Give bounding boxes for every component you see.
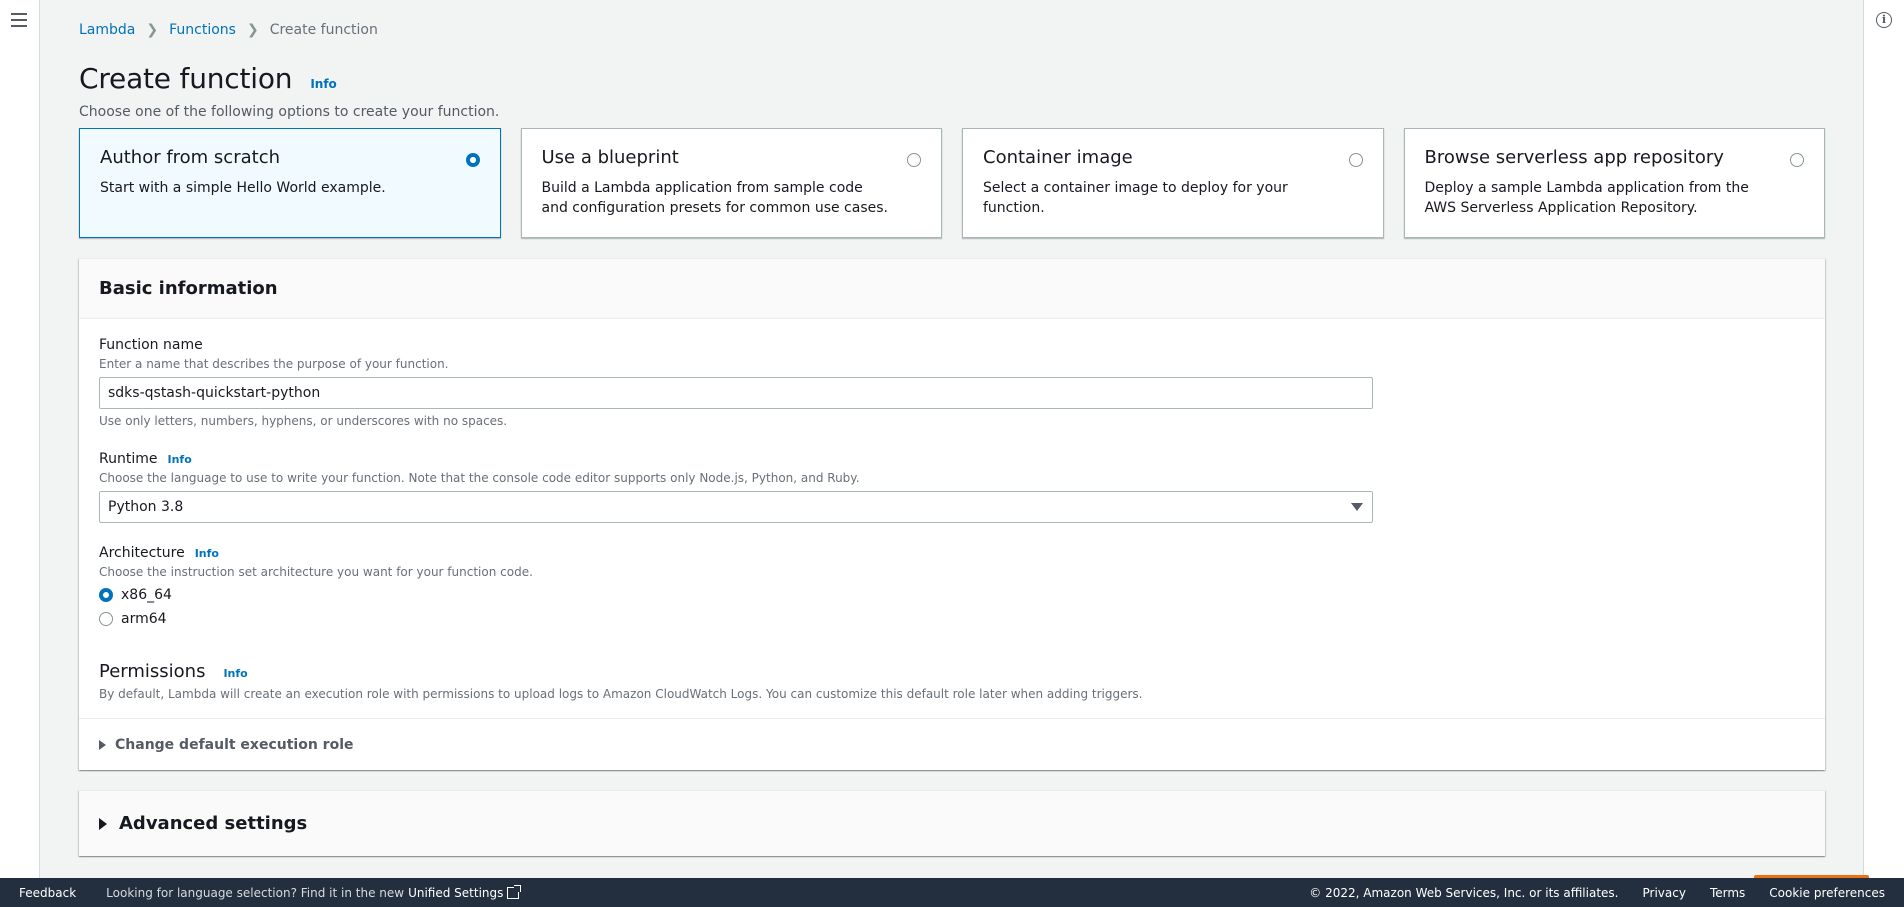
creation-option-tiles: Author from scratch Start with a simple …	[79, 128, 1825, 238]
breadcrumb-functions[interactable]: Functions	[169, 22, 236, 38]
runtime-field: Runtime Info Choose the language to use …	[99, 451, 1373, 523]
unified-settings-label: Unified Settings	[408, 885, 504, 900]
tile-radio[interactable]	[1348, 153, 1363, 167]
permissions-title-row: Permissions Info	[99, 661, 1142, 682]
basic-information-panel: Basic information Function name Enter a …	[79, 258, 1825, 770]
runtime-select[interactable]: Python 3.8	[99, 491, 1373, 523]
runtime-label: Runtime	[99, 451, 158, 467]
advanced-settings-label: Advanced settings	[119, 813, 308, 834]
tile-title: Browse serverless app repository	[1424, 147, 1724, 168]
hamburger-menu-icon[interactable]	[11, 13, 27, 27]
caret-right-icon	[99, 739, 106, 750]
breadcrumb-lambda[interactable]: Lambda	[79, 22, 135, 38]
unified-settings-link[interactable]: Unified Settings	[408, 884, 522, 900]
function-name-description: Enter a name that describes the purpose …	[99, 357, 449, 371]
page-header: Create function Info	[79, 62, 337, 95]
architecture-info-link[interactable]: Info	[195, 547, 219, 560]
architecture-option-x86[interactable]: x86_64	[99, 587, 533, 603]
caret-right-icon	[99, 817, 107, 830]
tile-radio[interactable]	[1790, 153, 1804, 167]
breadcrumb-current: Create function	[269, 22, 378, 38]
runtime-info-link[interactable]: Info	[167, 453, 191, 466]
feedback-link[interactable]: Feedback	[19, 886, 76, 900]
function-name-input[interactable]: sdks-qstash-quickstart-python	[99, 377, 1373, 409]
info-circle-icon[interactable]: i	[1876, 12, 1892, 28]
tile-container-image[interactable]: Container image Select a container image…	[962, 128, 1384, 238]
page-title: Create function	[79, 62, 293, 95]
tile-title: Author from scratch	[100, 147, 280, 168]
tile-radio-selected[interactable]	[465, 153, 480, 167]
tile-title: Container image	[983, 147, 1133, 168]
expander-label: Change default execution role	[115, 736, 354, 753]
terms-link[interactable]: Terms	[1710, 886, 1745, 900]
caret-down-icon	[1351, 503, 1363, 511]
runtime-description: Choose the language to use to write your…	[99, 471, 860, 485]
tile-description: Deploy a sample Lambda application from …	[1424, 180, 1749, 216]
radio-unselected[interactable]	[99, 612, 113, 626]
function-name-label: Function name	[99, 337, 203, 353]
breadcrumb: Lambda ❯ Functions ❯ Create function	[79, 22, 378, 38]
chevron-right-icon: ❯	[146, 22, 159, 38]
tile-radio[interactable]	[907, 153, 921, 167]
panel-header: Basic information	[79, 259, 1825, 319]
tile-author-from-scratch[interactable]: Author from scratch Start with a simple …	[79, 128, 501, 238]
right-tools-rail: i	[1863, 0, 1904, 878]
console-footer: Feedback Looking for language selection?…	[0, 878, 1904, 907]
language-notice: Looking for language selection? Find it …	[106, 885, 405, 900]
architecture-label: Architecture	[99, 545, 185, 561]
advanced-settings-panel[interactable]: Advanced settings	[79, 790, 1825, 856]
architecture-option-arm64[interactable]: arm64	[99, 611, 533, 627]
function-name-constraint: Use only letters, numbers, hyphens, or u…	[99, 414, 508, 428]
architecture-option-label: x86_64	[121, 587, 172, 603]
external-link-icon	[507, 884, 522, 899]
copyright: © 2022, Amazon Web Services, Inc. or its…	[1309, 885, 1619, 900]
permissions-section: Permissions Info By default, Lambda will…	[99, 661, 1142, 701]
runtime-selected-value: Python 3.8	[108, 499, 184, 515]
radio-selected[interactable]	[99, 588, 113, 602]
permissions-info-link[interactable]: Info	[223, 667, 247, 680]
tile-description: Select a container image to deploy for y…	[983, 180, 1288, 216]
page-subtitle: Choose one of the following options to c…	[79, 104, 500, 120]
tile-title: Use a blueprint	[541, 147, 679, 168]
runtime-label-row: Runtime Info	[99, 451, 1373, 467]
privacy-link[interactable]: Privacy	[1642, 886, 1685, 900]
panel-heading: Basic information	[99, 278, 278, 299]
cookie-preferences-link[interactable]: Cookie preferences	[1769, 886, 1885, 900]
title-info-link[interactable]: Info	[310, 77, 336, 91]
tile-description: Build a Lambda application from sample c…	[541, 180, 888, 216]
change-execution-role-expander[interactable]: Change default execution role	[79, 718, 1825, 770]
chevron-right-icon: ❯	[246, 22, 259, 38]
footer-right: © 2022, Amazon Web Services, Inc. or its…	[1309, 886, 1885, 900]
tile-description: Start with a simple Hello World example.	[100, 180, 386, 196]
architecture-description: Choose the instruction set architecture …	[99, 565, 533, 579]
function-name-field: Function name Enter a name that describe…	[99, 337, 1373, 428]
architecture-option-label: arm64	[121, 611, 167, 627]
permissions-description: By default, Lambda will create an execut…	[99, 687, 1143, 701]
permissions-label: Permissions	[99, 661, 206, 682]
tile-browse-serverless-repo[interactable]: Browse serverless app repository Deploy …	[1403, 128, 1825, 238]
architecture-field: Architecture Info Choose the instruction…	[99, 545, 533, 627]
tile-use-blueprint[interactable]: Use a blueprint Build a Lambda applicati…	[520, 128, 942, 238]
architecture-label-row: Architecture Info	[99, 545, 533, 561]
left-nav-rail	[0, 0, 40, 878]
